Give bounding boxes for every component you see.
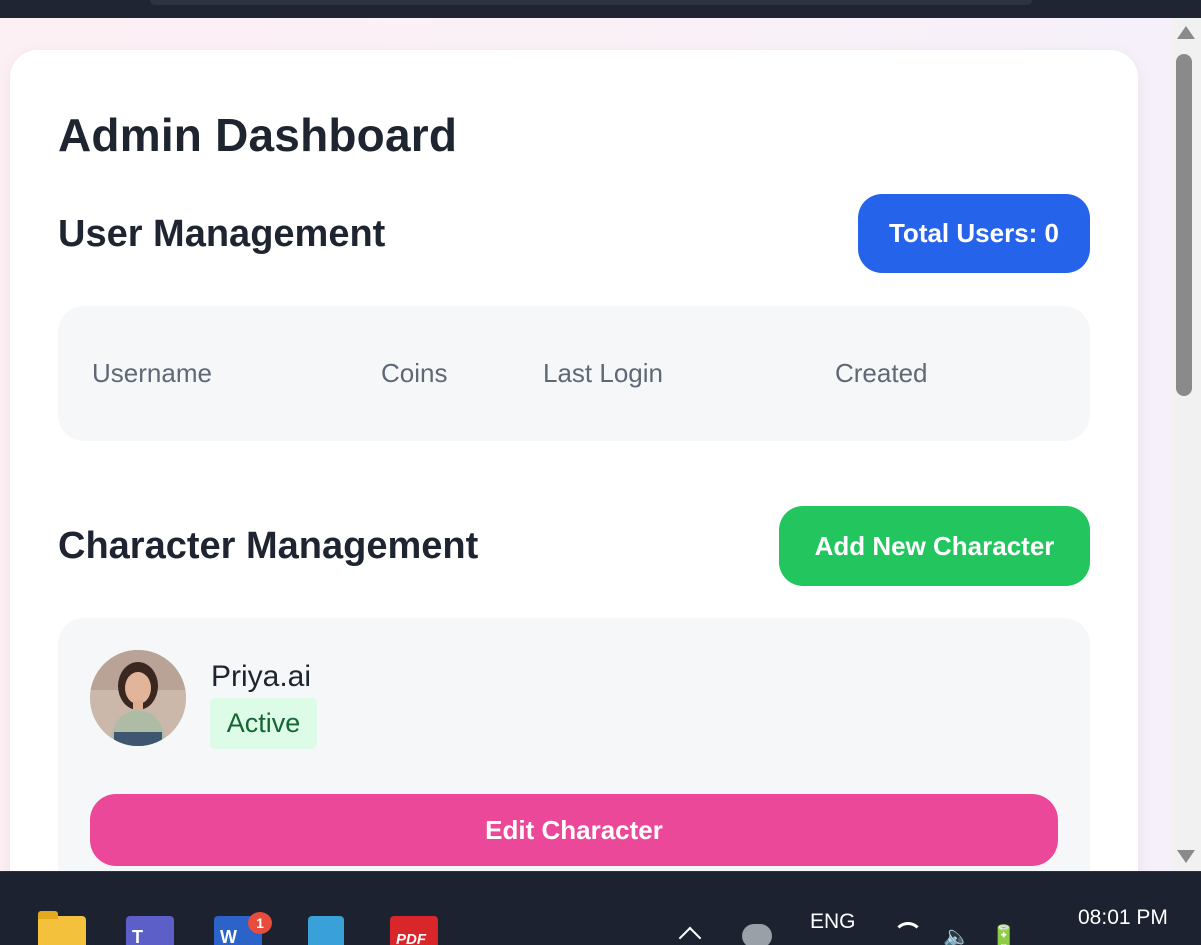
user-management-title: User Management <box>58 213 386 255</box>
word-notification-badge: 1 <box>248 912 272 934</box>
character-name: Priya.ai <box>211 660 312 693</box>
battery-icon[interactable]: 🔋 <box>990 924 1020 945</box>
pdf-icon[interactable]: PDF <box>390 916 438 945</box>
teams-letter: T <box>132 927 143 945</box>
clock-time[interactable]: 08:01 PM <box>1078 906 1168 930</box>
page-viewport: Admin Dashboard User Management Total Us… <box>0 18 1172 871</box>
total-users-badge: Total Users: 0 <box>858 194 1090 273</box>
character-avatar <box>90 650 186 746</box>
page-title: Admin Dashboard <box>58 109 458 161</box>
column-header-coins[interactable]: Coins <box>381 358 447 389</box>
scroll-down-arrow-icon[interactable] <box>1177 850 1195 863</box>
address-bar[interactable] <box>150 0 1032 5</box>
file-explorer-icon[interactable] <box>38 911 86 945</box>
character-card: Priya.ai Active Edit Character <box>58 618 1090 871</box>
taskbar: T W 1 PDF ENG 🔈 🔋 08:01 PM <box>0 871 1201 945</box>
pdf-letter: PDF <box>396 931 426 945</box>
language-indicator[interactable]: ENG <box>810 910 856 934</box>
character-management-title: Character Management <box>58 525 479 567</box>
vertical-scrollbar[interactable] <box>1172 18 1201 871</box>
add-new-character-button[interactable]: Add New Character <box>779 506 1090 586</box>
scroll-up-arrow-icon[interactable] <box>1177 26 1195 39</box>
volume-icon[interactable]: 🔈 <box>943 924 973 945</box>
notepad-icon[interactable] <box>308 916 344 945</box>
dashboard-card: Admin Dashboard User Management Total Us… <box>10 50 1138 871</box>
browser-top-strip <box>0 0 1201 18</box>
column-header-username[interactable]: Username <box>92 358 212 389</box>
column-header-created[interactable]: Created <box>835 358 928 389</box>
onedrive-cloud-icon[interactable] <box>742 924 772 945</box>
avatar-portrait-icon <box>90 650 186 746</box>
scrollbar-thumb[interactable] <box>1176 54 1192 396</box>
users-table: Username Coins Last Login Created <box>58 306 1090 441</box>
teams-icon[interactable]: T <box>126 916 174 945</box>
wifi-icon[interactable] <box>893 922 923 945</box>
status-badge: Active <box>210 698 317 749</box>
show-hidden-icons-chevron-icon[interactable] <box>678 926 702 945</box>
word-letter: W <box>220 927 237 945</box>
column-header-last-login[interactable]: Last Login <box>543 358 663 389</box>
edit-character-button[interactable]: Edit Character <box>90 794 1058 866</box>
